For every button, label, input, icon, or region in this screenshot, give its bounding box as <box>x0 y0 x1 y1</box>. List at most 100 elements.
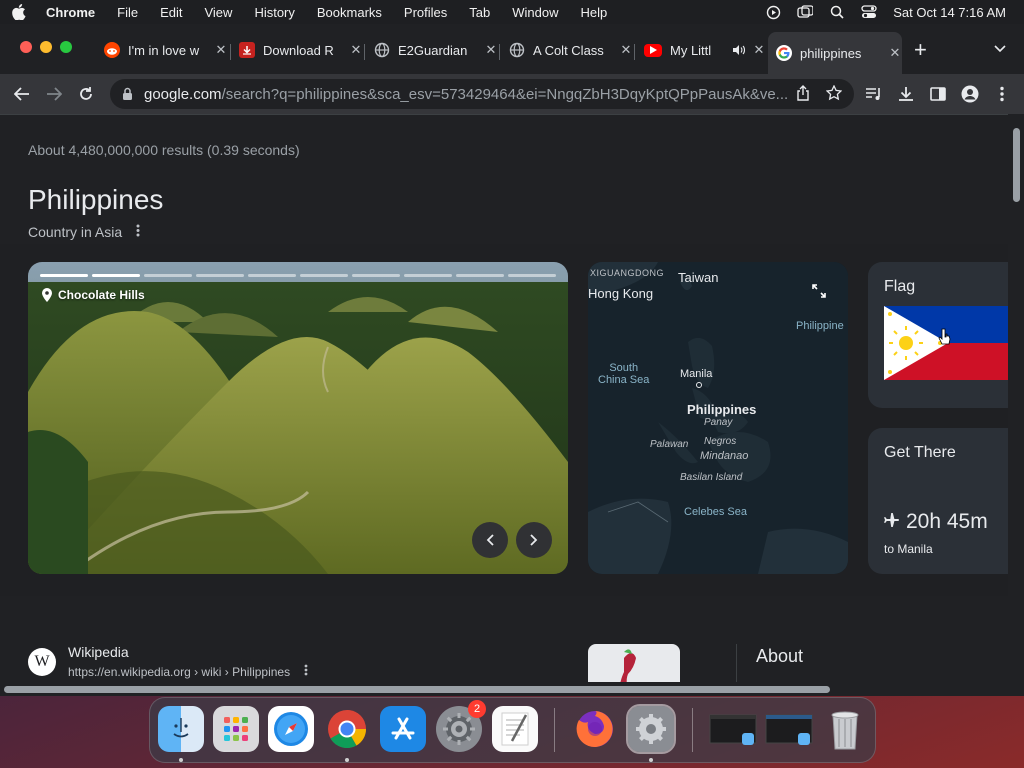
kebab-menu-icon[interactable] <box>136 224 140 240</box>
map-label-philippines: Philippines <box>687 402 757 417</box>
wikipedia-site-name[interactable]: Wikipedia <box>68 644 308 660</box>
menu-help[interactable]: Help <box>581 5 608 20</box>
knowledge-panel-title: Philippines <box>28 184 164 215</box>
get-there-heading: Get There <box>884 444 956 461</box>
close-tab-icon[interactable]: ✕ <box>888 45 902 61</box>
vertical-scroll-thumb[interactable] <box>1013 128 1020 202</box>
map-label-guangdong: XIGUANGDONG <box>590 268 665 278</box>
apple-icon[interactable] <box>12 4 26 20</box>
finder-icon[interactable] <box>158 706 204 752</box>
expand-map-icon[interactable] <box>812 284 826 303</box>
menu-window[interactable]: Window <box>512 5 558 20</box>
carousel-prev-button[interactable] <box>472 522 508 558</box>
lock-icon[interactable] <box>122 87 134 101</box>
running-indicator <box>649 758 653 762</box>
horizontal-scrollbar[interactable] <box>0 682 1008 696</box>
globe-icon <box>509 42 525 58</box>
chrome-icon[interactable] <box>324 706 370 752</box>
hero-image-carousel[interactable]: Chocolate Hills <box>28 262 568 574</box>
get-there-card[interactable]: Get There 20h 45m to Manila <box>868 428 1024 574</box>
menu-profiles[interactable]: Profiles <box>404 5 447 20</box>
tab-philippines-active[interactable]: philippines ✕ <box>768 32 902 74</box>
browser-window: I'm in love w ✕ Download R ✕ E2Guardian … <box>0 24 1024 696</box>
flag-card[interactable]: Flag <box>868 262 1024 408</box>
menu-history[interactable]: History <box>254 5 294 20</box>
wikipedia-result[interactable]: W Wikipedia https://en.wikipedia.org › w… <box>28 644 308 679</box>
close-tab-icon[interactable]: ✕ <box>484 42 498 58</box>
downloads-icon[interactable] <box>896 84 916 104</box>
map-label-philippine-sea: Philippine <box>796 320 844 332</box>
safari-icon[interactable] <box>268 706 314 752</box>
address-bar[interactable]: google.com /search?q=philippines&sca_esv… <box>110 79 854 109</box>
tab-separator <box>499 44 500 60</box>
tab-title: My Littl <box>670 42 712 58</box>
spotlight-icon[interactable] <box>829 5 845 19</box>
horizontal-scroll-thumb[interactable] <box>4 686 830 693</box>
close-tab-icon[interactable]: ✕ <box>752 42 766 58</box>
philippines-flag-image <box>884 306 1024 380</box>
map-card[interactable]: XIGUANGDONG Taiwan Hong Kong Philippine … <box>588 262 848 574</box>
wikipedia-url-row: https://en.wikipedia.org › wiki › Philip… <box>68 664 308 679</box>
back-arrow-icon[interactable] <box>12 84 32 104</box>
menu-tab[interactable]: Tab <box>469 5 490 20</box>
control-center-icon[interactable] <box>861 5 877 19</box>
textedit-icon[interactable] <box>492 706 538 752</box>
tab-search-chevron-icon[interactable] <box>994 40 1006 58</box>
url-path: /search?q=philippines&sca_esv=573429464&… <box>221 85 789 103</box>
trash-icon[interactable] <box>822 706 868 752</box>
hero-location-label[interactable]: Chocolate Hills <box>42 288 145 302</box>
tab-youtube[interactable]: My Littl ✕ <box>636 36 766 64</box>
map-label-negros: Negros <box>704 436 737 447</box>
page-content: About 4,480,000,000 results (0.39 second… <box>0 114 1024 696</box>
map-label-panay: Panay <box>704 417 733 428</box>
firefox-icon[interactable] <box>572 706 618 752</box>
url-host: google.com <box>144 85 222 103</box>
side-panel-icon[interactable] <box>928 84 948 104</box>
tab-download[interactable]: Download R ✕ <box>231 36 363 64</box>
carousel-next-button[interactable] <box>516 522 552 558</box>
menu-bookmarks[interactable]: Bookmarks <box>317 5 382 20</box>
map-label-taiwan: Taiwan <box>678 270 719 285</box>
close-tab-icon[interactable]: ✕ <box>214 42 228 58</box>
minimized-window-2[interactable] <box>764 706 814 752</box>
menu-edit[interactable]: Edit <box>160 5 182 20</box>
close-tab-icon[interactable]: ✕ <box>349 42 363 58</box>
tab-e2guardian[interactable]: E2Guardian ✕ <box>366 36 498 64</box>
system-preferences-icon[interactable]: 2 <box>436 700 486 752</box>
header-divider <box>0 114 1008 115</box>
share-icon[interactable] <box>790 85 810 105</box>
menu-view[interactable]: View <box>204 5 232 20</box>
reload-icon[interactable] <box>76 84 96 104</box>
close-window-button[interactable] <box>20 41 32 53</box>
minimized-window-1[interactable] <box>708 706 758 752</box>
vertical-scrollbar[interactable] <box>1008 114 1024 696</box>
menubar-clock[interactable]: Sat Oct 14 7:16 AM <box>893 5 1006 20</box>
app-store-icon[interactable] <box>380 706 426 752</box>
more-menu-icon[interactable] <box>992 84 1012 104</box>
close-tab-icon[interactable]: ✕ <box>619 42 633 58</box>
audio-playing-icon[interactable] <box>732 44 746 56</box>
launchpad-icon[interactable] <box>213 706 259 752</box>
media-controls-icon[interactable] <box>864 84 884 104</box>
system-preferences-icon-2[interactable] <box>626 704 676 754</box>
google-icon <box>776 45 792 61</box>
screen-mirror-icon[interactable] <box>797 5 814 19</box>
tab-title: philippines <box>800 45 862 61</box>
dock: 2 <box>149 697 876 763</box>
app-name[interactable]: Chrome <box>46 5 95 20</box>
wikipedia-url[interactable]: https://en.wikipedia.org › wiki › Philip… <box>68 665 290 679</box>
menu-file[interactable]: File <box>117 5 138 20</box>
map-label-palawan: Palawan <box>650 439 689 450</box>
forward-arrow-icon[interactable] <box>44 84 64 104</box>
screen-record-icon[interactable] <box>765 5 781 19</box>
mouse-cursor-icon <box>938 328 952 351</box>
subtitle-text: Country in Asia <box>28 224 123 240</box>
tab-reddit[interactable]: I'm in love w ✕ <box>96 36 228 64</box>
new-tab-plus-icon[interactable]: + <box>914 37 927 63</box>
kebab-menu-icon[interactable] <box>304 664 308 679</box>
profile-avatar-icon[interactable] <box>960 84 980 104</box>
tab-colt-class[interactable]: A Colt Class ✕ <box>501 36 633 64</box>
minimize-window-button[interactable] <box>40 41 52 53</box>
zoom-window-button[interactable] <box>60 41 72 53</box>
bookmark-star-icon[interactable] <box>820 84 843 105</box>
